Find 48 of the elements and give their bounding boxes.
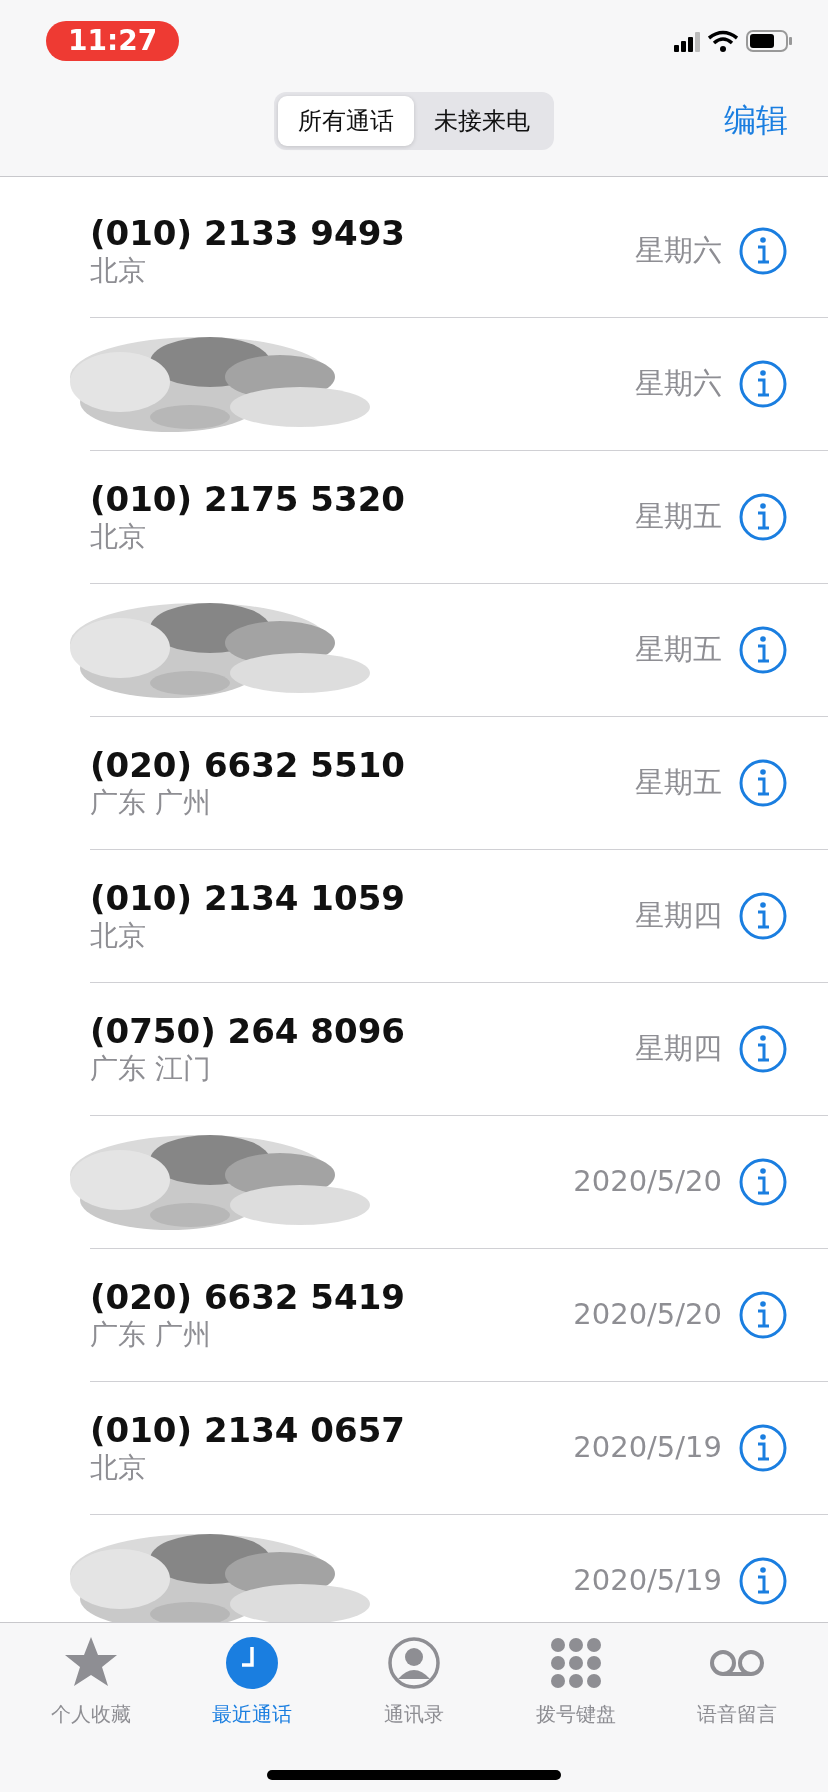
phone-number: (010) 2134 0657	[90, 1410, 405, 1450]
call-location: 北京	[90, 519, 147, 555]
segment-tab[interactable]: 所有通话	[278, 96, 414, 146]
info-icon[interactable]	[738, 226, 788, 276]
tab-bar-item[interactable]: 通讯录	[339, 1633, 489, 1792]
info-icon[interactable]	[738, 492, 788, 542]
tab-bar-item[interactable]: 最近通话	[177, 1633, 328, 1792]
call-location: 广东 广州	[90, 1317, 212, 1353]
info-icon[interactable]	[738, 1423, 788, 1473]
phone-number: (0750) 264 8096	[90, 1011, 405, 1051]
segment-tab[interactable]: 未接来电	[414, 96, 550, 146]
call-location: 北京	[90, 1450, 147, 1486]
call-date: 星期五	[635, 498, 722, 536]
phone-number: (020) 6632 5510	[90, 745, 405, 785]
info-icon[interactable]	[738, 625, 788, 675]
signal-icon	[674, 30, 700, 52]
tab-bar-item[interactable]: 拨号键盘	[500, 1633, 651, 1792]
info-icon[interactable]	[738, 1556, 788, 1606]
tab-bar-item[interactable]: 个人收藏	[15, 1633, 166, 1792]
call-date: 星期六	[635, 365, 722, 403]
info-icon[interactable]	[738, 1157, 788, 1207]
info-icon[interactable]	[738, 359, 788, 409]
status-time: 11:27	[46, 21, 180, 61]
edit-button[interactable]: 编辑	[724, 96, 788, 144]
phone-number: (020) 6632 5419	[90, 1277, 405, 1317]
tab-bar-item[interactable]: 语音留言	[662, 1633, 813, 1792]
info-icon[interactable]	[738, 891, 788, 941]
phone-number: (010) 2134 1059	[90, 878, 405, 918]
battery-icon	[746, 30, 792, 52]
info-icon[interactable]	[738, 1024, 788, 1074]
call-date: 星期四	[635, 1030, 722, 1068]
call-location: 北京	[90, 918, 147, 954]
call-date: 星期六	[635, 232, 722, 270]
call-date: 2020/5/19	[573, 1562, 722, 1600]
info-icon[interactable]	[738, 1290, 788, 1340]
wifi-icon	[708, 30, 738, 52]
call-location: 北京	[90, 253, 147, 289]
call-date: 2020/5/20	[573, 1296, 722, 1334]
call-date: 2020/5/19	[573, 1429, 722, 1467]
call-location: 广东 广州	[90, 785, 212, 821]
call-date: 2020/5/20	[573, 1163, 722, 1201]
call-location: 广东 江门	[90, 1051, 212, 1087]
phone-number: (010) 2133 9493	[90, 213, 405, 253]
call-date: 星期五	[635, 631, 722, 669]
phone-number: (010) 2175 5320	[90, 479, 405, 519]
call-date: 星期四	[635, 897, 722, 935]
info-icon[interactable]	[738, 758, 788, 808]
call-date: 星期五	[635, 764, 722, 802]
